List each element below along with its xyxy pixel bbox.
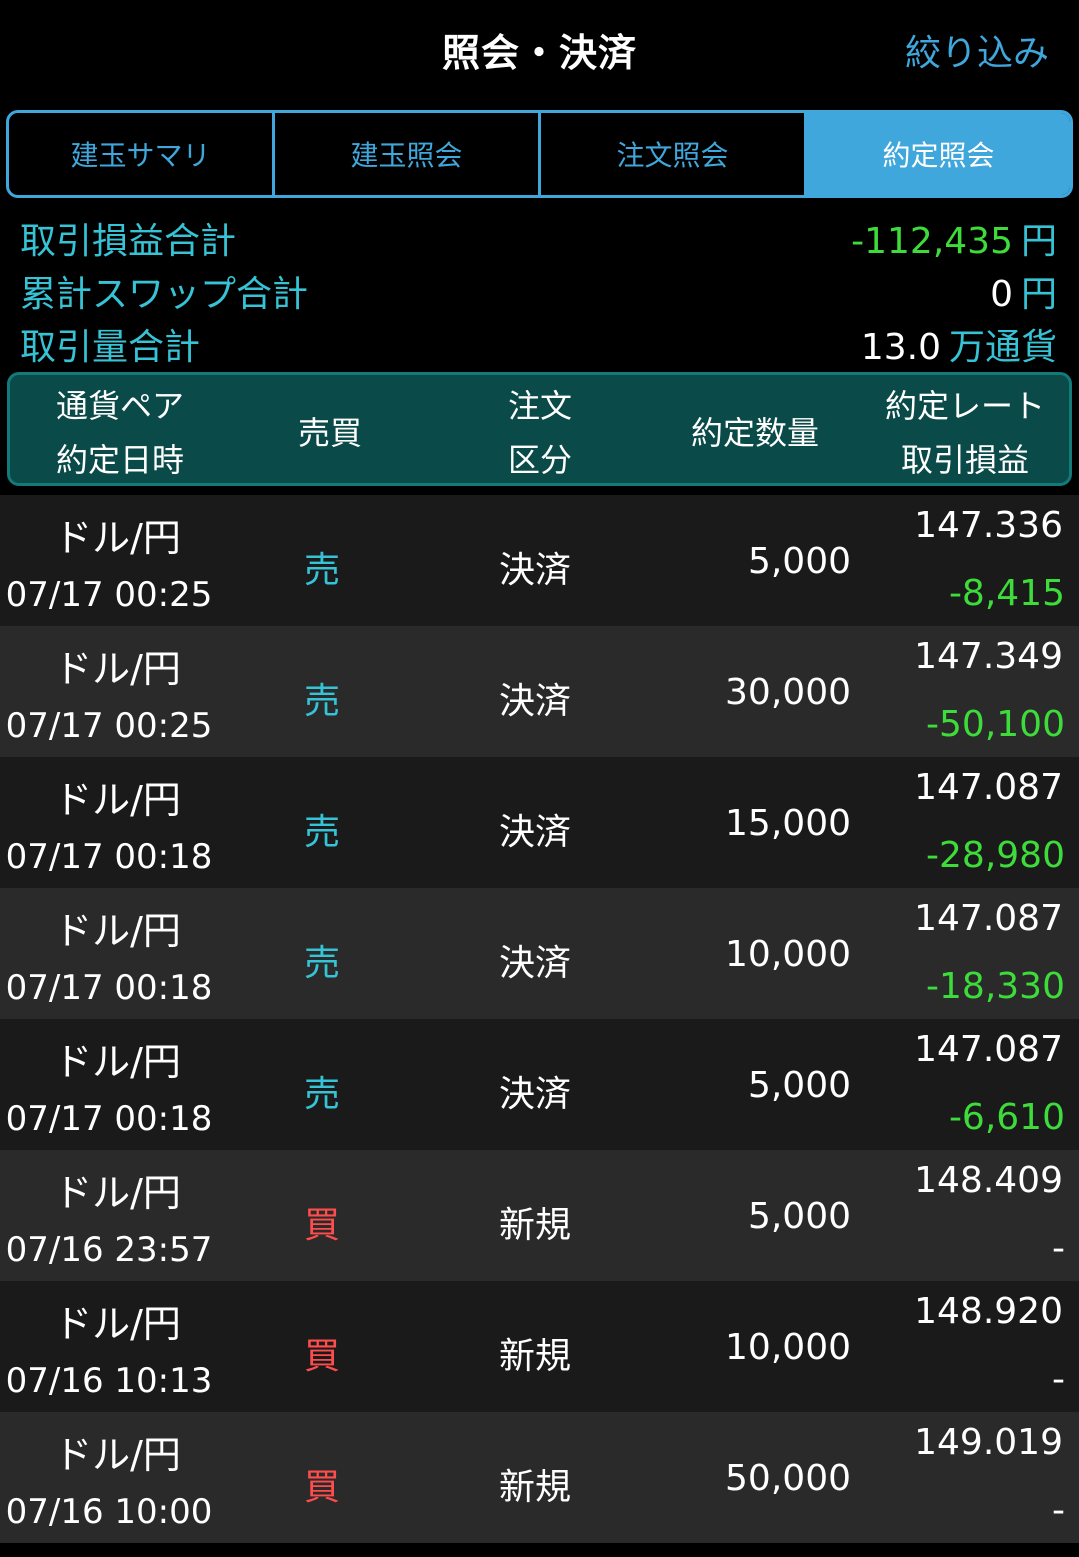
row-order-type: 決済 — [498, 812, 571, 853]
tab-execution-inquiry[interactable]: 約定照会 — [807, 113, 1070, 195]
row-pair: ドル/円 — [54, 1302, 181, 1346]
row-order-type: 新規 — [498, 1467, 571, 1508]
row-pl: -28,980 — [926, 835, 1065, 876]
row-pl: -6,610 — [948, 1097, 1065, 1138]
tab-order-inquiry[interactable]: 注文照会 — [541, 113, 807, 195]
col-rate: 約定レート — [884, 387, 1045, 425]
summary-swap-total: 累計スワップ合計 0円 — [0, 261, 1079, 317]
summary-panel: 取引損益合計 -112,435 円 累計スワップ合計 0円 取引量合計 13.0 万… — [0, 208, 1079, 370]
row-datetime: 07/16 10:13 — [5, 1361, 213, 1401]
row-order-type: 新規 — [498, 1336, 571, 1377]
row-quantity: 50,000 — [725, 1458, 851, 1499]
row-side: 売 — [303, 1074, 340, 1115]
row-quantity: 10,000 — [725, 1327, 851, 1368]
row-pair: ドル/円 — [54, 1433, 181, 1477]
row-datetime: 07/17 00:25 — [5, 575, 213, 615]
row-rate: 147.087 — [914, 1029, 1063, 1070]
filter-button[interactable]: 絞り込み — [905, 24, 1049, 76]
table-row[interactable]: ドル/円 07/16 23:57 買 新規 5,000 148.409 - — [0, 1150, 1079, 1281]
row-datetime: 07/16 23:57 — [5, 1230, 213, 1270]
summary-pl-total: 取引損益合計 -112,435 円 — [0, 208, 1079, 264]
row-pair: ドル/円 — [54, 516, 181, 560]
row-side: 買 — [303, 1336, 340, 1377]
table-row[interactable]: ドル/円 07/17 00:18 売 決済 15,000 147.087 -28… — [0, 757, 1079, 888]
swap-total-value: 0 — [990, 274, 1013, 315]
col-quantity: 約定数量 — [690, 414, 819, 452]
summary-label: 取引量合計 — [20, 327, 201, 368]
col-side: 売買 — [297, 414, 362, 452]
table-row[interactable]: ドル/円 07/16 10:00 買 新規 50,000 149.019 - — [0, 1412, 1079, 1543]
row-quantity: 5,000 — [747, 541, 851, 582]
row-quantity: 5,000 — [747, 1065, 851, 1106]
pl-total-value: -112,435 — [851, 221, 1013, 262]
row-side: 売 — [303, 812, 340, 853]
col-pl: 取引損益 — [900, 441, 1029, 479]
volume-total-value: 13.0 — [860, 327, 941, 368]
tab-position-summary[interactable]: 建玉サマリ — [9, 113, 275, 195]
col-order-type-line1: 注文 — [507, 387, 572, 425]
row-pl: -18,330 — [926, 966, 1065, 1007]
table-row[interactable]: ドル/円 07/17 00:18 売 決済 10,000 147.087 -18… — [0, 888, 1079, 1019]
row-pl: -8,415 — [948, 573, 1065, 614]
table-row[interactable]: ドル/円 07/17 00:25 売 決済 30,000 147.349 -50… — [0, 626, 1079, 757]
row-quantity: 5,000 — [747, 1196, 851, 1237]
app-header: 照会・決済 絞り込み — [0, 0, 1079, 100]
row-rate: 147.336 — [914, 505, 1063, 546]
row-side: 買 — [303, 1467, 340, 1508]
row-rate: 148.920 — [914, 1291, 1063, 1332]
tab-bar: 建玉サマリ 建玉照会 注文照会 約定照会 — [6, 110, 1073, 198]
table-header: 通貨ペア 約定日時 売買 注文 区分 約定数量 約定レート 取引損益 — [7, 372, 1072, 486]
row-quantity: 10,000 — [725, 934, 851, 975]
row-order-type: 決済 — [498, 1074, 571, 1115]
summary-value: -112,435 円 — [851, 212, 1057, 264]
row-pair: ドル/円 — [54, 1040, 181, 1084]
row-rate: 148.409 — [914, 1160, 1063, 1201]
row-side: 売 — [303, 943, 340, 984]
row-pair: ドル/円 — [54, 647, 181, 691]
currency-unit: 円 — [1020, 274, 1057, 315]
row-rate: 147.087 — [914, 898, 1063, 939]
row-pair: ドル/円 — [54, 1171, 181, 1215]
table-row[interactable]: ドル/円 07/16 10:13 買 新規 10,000 148.920 - — [0, 1281, 1079, 1412]
row-order-type: 決済 — [498, 550, 571, 591]
col-order-type-line2: 区分 — [507, 441, 572, 479]
row-pair: ドル/円 — [54, 778, 181, 822]
app-screen: 照会・決済 絞り込み 建玉サマリ 建玉照会 注文照会 約定照会 取引損益合計 -… — [0, 0, 1079, 1557]
row-order-type: 決済 — [498, 681, 571, 722]
row-datetime: 07/17 00:18 — [5, 968, 213, 1008]
row-pl: - — [1052, 1228, 1065, 1269]
row-order-type: 新規 — [498, 1205, 571, 1246]
row-quantity: 30,000 — [725, 672, 851, 713]
execution-list: ドル/円 07/17 00:25 売 決済 5,000 147.336 -8,4… — [0, 495, 1079, 1543]
summary-value: 0円 — [990, 265, 1057, 317]
col-pair: 通貨ペア — [55, 387, 184, 425]
row-pair: ドル/円 — [54, 909, 181, 953]
row-pl: - — [1052, 1359, 1065, 1400]
row-side: 売 — [303, 550, 340, 591]
row-datetime: 07/16 10:00 — [5, 1492, 213, 1532]
volume-unit: 万通貨 — [948, 327, 1057, 368]
row-quantity: 15,000 — [725, 803, 851, 844]
table-row[interactable]: ドル/円 07/17 00:18 売 決済 5,000 147.087 -6,6… — [0, 1019, 1079, 1150]
row-pl: - — [1052, 1490, 1065, 1531]
summary-label: 取引損益合計 — [20, 221, 237, 262]
row-order-type: 決済 — [498, 943, 571, 984]
row-pl: -50,100 — [926, 704, 1065, 745]
row-datetime: 07/17 00:18 — [5, 1099, 213, 1139]
row-datetime: 07/17 00:18 — [5, 837, 213, 877]
row-rate: 149.019 — [914, 1422, 1063, 1463]
row-side: 買 — [303, 1205, 340, 1246]
summary-volume-total: 取引量合計 13.0 万通貨 — [0, 314, 1079, 370]
summary-value: 13.0 万通貨 — [861, 318, 1057, 370]
summary-label: 累計スワップ合計 — [20, 274, 309, 315]
row-rate: 147.349 — [914, 636, 1063, 677]
table-row[interactable]: ドル/円 07/17 00:25 売 決済 5,000 147.336 -8,4… — [0, 495, 1079, 626]
row-rate: 147.087 — [914, 767, 1063, 808]
row-side: 売 — [303, 681, 340, 722]
row-datetime: 07/17 00:25 — [5, 706, 213, 746]
col-datetime: 約定日時 — [55, 441, 184, 479]
currency-unit: 円 — [1020, 221, 1057, 262]
tab-position-inquiry[interactable]: 建玉照会 — [275, 113, 541, 195]
